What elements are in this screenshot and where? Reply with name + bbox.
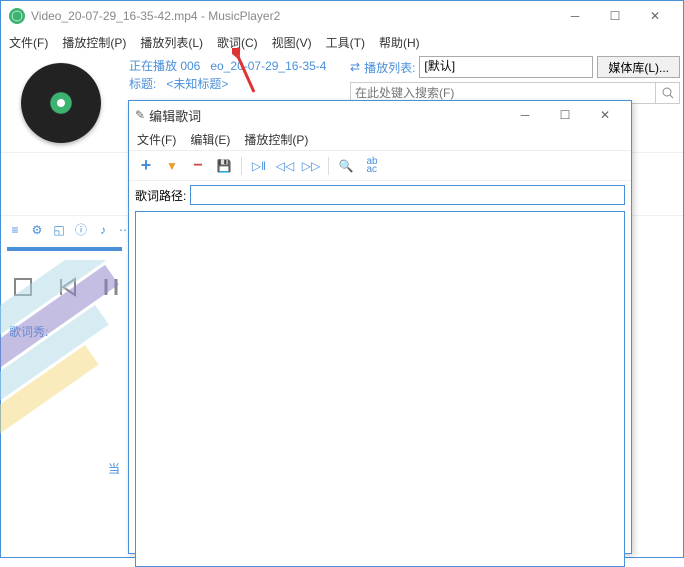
now-playing-title-value: <未知标题> — [166, 77, 228, 91]
sub-close-button[interactable]: ✕ — [585, 101, 625, 129]
find-icon[interactable]: 🔍 — [335, 155, 357, 177]
menu-play-control[interactable]: 播放控制(P) — [62, 34, 126, 51]
disc-icon — [21, 63, 101, 143]
search-button[interactable] — [656, 82, 680, 104]
mini-mode-icon[interactable]: ◱ — [49, 220, 69, 240]
now-playing-index: 正在播放 006 — [129, 59, 200, 73]
sub-toolbar: + ▼ − 💾 ▷‖ ◁◁ ▷▷ 🔍 abac — [129, 151, 631, 181]
background-decoration — [0, 260, 125, 480]
menu-playlist[interactable]: 播放列表(L) — [140, 34, 203, 51]
lyrics-editor-window: ✎ 编辑歌词 ─ ☐ ✕ 文件(F) 编辑(E) 播放控制(P) + ▼ − 💾… — [128, 100, 632, 554]
minimize-button[interactable]: ─ — [555, 2, 595, 30]
sub-minimize-button[interactable]: ─ — [505, 101, 545, 129]
list-icon[interactable]: ≡ — [5, 220, 25, 240]
app-icon — [9, 8, 25, 24]
menu-tools[interactable]: 工具(T) — [326, 34, 365, 51]
sub-menu-file[interactable]: 文件(F) — [137, 131, 176, 148]
now-playing-filename: eo_20-07-29_16-35-4 — [210, 59, 326, 73]
progress-bar[interactable] — [7, 247, 122, 251]
album-art — [1, 53, 121, 152]
sub-titlebar[interactable]: ✎ 编辑歌词 ─ ☐ ✕ — [129, 101, 631, 129]
sub-menu-play-control[interactable]: 播放控制(P) — [244, 131, 308, 148]
rewind-icon[interactable]: ◁◁ — [274, 155, 296, 177]
playlist-toggle-icon[interactable]: ⇄ — [350, 60, 360, 74]
sub-menu-edit[interactable]: 编辑(E) — [190, 131, 230, 148]
lyric-path-input[interactable] — [190, 185, 625, 205]
sub-maximize-button[interactable]: ☐ — [545, 101, 585, 129]
maximize-button[interactable]: ☐ — [595, 2, 635, 30]
now-playing-title-label: 标题: — [129, 77, 156, 91]
playlist-label[interactable]: 播放列表: — [364, 59, 415, 76]
replace-text-icon[interactable]: abac — [361, 155, 383, 177]
menu-lyrics[interactable]: 歌词(C) — [217, 34, 258, 51]
main-menubar: 文件(F) 播放控制(P) 播放列表(L) 歌词(C) 视图(V) 工具(T) … — [1, 31, 683, 53]
pen-icon: ✎ — [135, 108, 145, 122]
search-icon — [662, 87, 674, 99]
titlebar[interactable]: Video_20-07-29_16-35-42.mp4 - MusicPlaye… — [1, 1, 683, 31]
window-title: Video_20-07-29_16-35-42.mp4 - MusicPlaye… — [31, 9, 555, 23]
add-tag-icon[interactable]: + — [135, 155, 157, 177]
right-panel: ⇄ 播放列表: [默认] 媒体库(L)... — [350, 56, 680, 104]
menu-view[interactable]: 视图(V) — [272, 34, 312, 51]
info-icon[interactable]: ⓘ — [71, 220, 91, 240]
sub-menubar: 文件(F) 编辑(E) 播放控制(P) — [129, 129, 631, 151]
lyric-editor-textarea[interactable] — [135, 211, 625, 567]
library-button[interactable]: 媒体库(L)... — [597, 56, 680, 78]
lyric-icon[interactable]: ♪ — [93, 220, 113, 240]
sub-window-title: 编辑歌词 — [149, 106, 505, 125]
save-icon[interactable]: 💾 — [213, 155, 235, 177]
lyric-fragment: 当 — [108, 460, 120, 477]
play-pause-icon[interactable]: ▷‖ — [248, 155, 270, 177]
lyric-path-label: 歌词路径: — [135, 187, 186, 204]
menu-file[interactable]: 文件(F) — [9, 34, 48, 51]
close-button[interactable]: ✕ — [635, 2, 675, 30]
replace-tag-icon[interactable]: ▼ — [161, 155, 183, 177]
delete-tag-icon[interactable]: − — [187, 155, 209, 177]
menu-help[interactable]: 帮助(H) — [379, 34, 420, 51]
forward-icon[interactable]: ▷▷ — [300, 155, 322, 177]
settings-icon[interactable]: ⚙ — [27, 220, 47, 240]
playlist-select[interactable]: [默认] — [419, 56, 593, 78]
